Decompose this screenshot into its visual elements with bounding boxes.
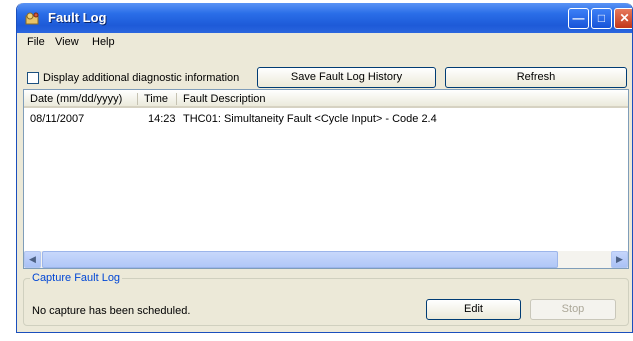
column-date[interactable]: Date (mm/dd/yyyy) — [30, 93, 122, 105]
window-title: Fault Log — [48, 10, 107, 25]
column-fault-description[interactable]: Fault Description — [183, 93, 266, 105]
column-divider[interactable] — [176, 93, 177, 105]
capture-status-text: No capture has been scheduled. — [32, 305, 191, 317]
fault-log-window: Fault Log — □ ✕ File View Help Display a… — [16, 3, 633, 333]
app-icon — [25, 12, 39, 25]
row-date: 08/11/2007 — [30, 113, 85, 125]
edit-button[interactable]: Edit — [426, 299, 521, 320]
menu-help[interactable]: Help — [92, 36, 115, 48]
capture-fault-log-group: Capture Fault Log No capture has been sc… — [23, 272, 629, 326]
arrow-right-icon: ▶ — [616, 254, 623, 264]
menu-view[interactable]: View — [55, 36, 79, 48]
maximize-button[interactable]: □ — [591, 8, 612, 29]
column-time[interactable]: Time — [144, 93, 168, 105]
capture-group-title: Capture Fault Log — [30, 272, 123, 284]
list-header: Date (mm/dd/yyyy) Time Fault Description — [24, 90, 628, 108]
menu-bar: File View Help — [17, 33, 632, 52]
row-fault-description: THC01: Simultaneity Fault <Cycle Input> … — [183, 113, 437, 125]
horizontal-scrollbar[interactable]: ◀ ▶ — [24, 251, 628, 268]
minimize-icon: — — [572, 11, 585, 25]
stop-button[interactable]: Stop — [530, 299, 616, 320]
maximize-icon: □ — [597, 11, 606, 25]
save-fault-log-history-button[interactable]: Save Fault Log History — [257, 67, 436, 88]
scroll-left-button[interactable]: ◀ — [24, 251, 41, 268]
arrow-left-icon: ◀ — [29, 254, 36, 264]
diagnostic-checkbox-label[interactable]: Display additional diagnostic informatio… — [43, 72, 239, 84]
column-divider[interactable] — [137, 93, 138, 105]
minimize-button[interactable]: — — [568, 8, 589, 29]
menu-file[interactable]: File — [27, 36, 45, 48]
refresh-button[interactable]: Refresh — [445, 67, 627, 88]
title-bar[interactable]: Fault Log — □ ✕ — [17, 3, 632, 33]
close-icon: ✕ — [619, 11, 630, 25]
row-time: 14:23 — [148, 113, 176, 125]
diagnostic-checkbox[interactable] — [27, 72, 39, 84]
scrollbar-thumb[interactable] — [42, 251, 558, 268]
fault-log-list[interactable]: Date (mm/dd/yyyy) Time Fault Description… — [23, 89, 629, 269]
scroll-right-button[interactable]: ▶ — [611, 251, 628, 268]
close-button[interactable]: ✕ — [614, 8, 632, 29]
